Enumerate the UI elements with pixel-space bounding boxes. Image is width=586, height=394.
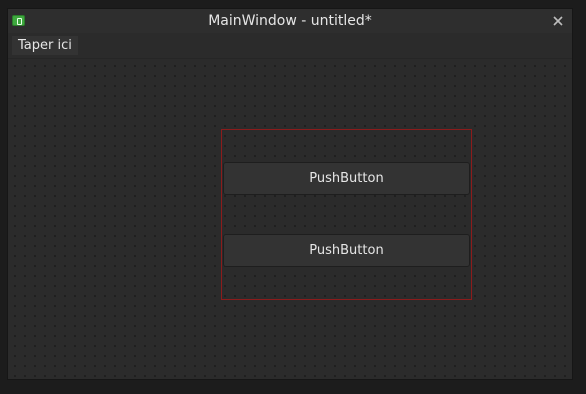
designer-window: MainWindow - untitled* Taper ici PushBut… xyxy=(7,8,573,380)
title-bar[interactable]: MainWindow - untitled* xyxy=(8,9,572,34)
menu-bar: Taper ici xyxy=(8,33,572,59)
window-title: MainWindow - untitled* xyxy=(208,13,372,29)
push-button-1[interactable]: PushButton xyxy=(223,162,470,195)
vertical-layout[interactable]: PushButton PushButton xyxy=(221,129,472,300)
menu-item-type-here[interactable]: Taper ici xyxy=(12,36,78,55)
push-button-2[interactable]: PushButton xyxy=(223,234,470,267)
form-canvas[interactable]: PushButton PushButton xyxy=(8,59,572,379)
close-icon[interactable] xyxy=(550,13,566,29)
